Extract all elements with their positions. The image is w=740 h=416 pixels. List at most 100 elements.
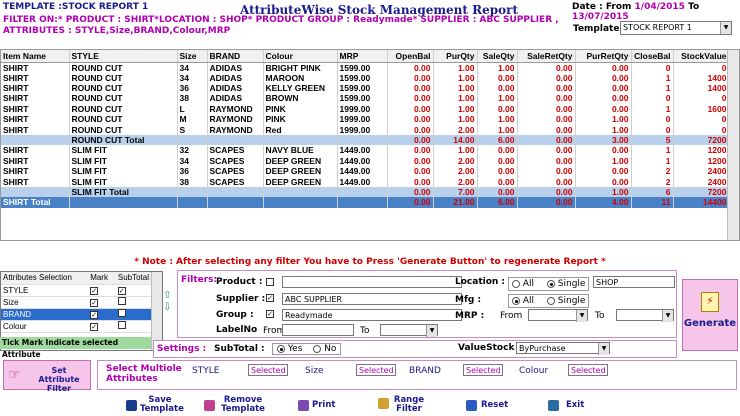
table-cell: ROUND CUT xyxy=(69,72,178,83)
table-row[interactable]: SHIRT SLIM FIT 32 SCAPES NAVY BLUE 1449.00 0.0… xyxy=(1,145,730,156)
chevron-down-icon[interactable]: ▼ xyxy=(598,343,609,355)
labelno-from-input[interactable] xyxy=(282,324,354,336)
subtotal-row[interactable]: SLIM FIT Total 0.00 7.00 0.00 0.00 1.00 6 7200 xyxy=(1,186,730,198)
table-cell: 0.00 xyxy=(477,72,518,83)
chevron-down-icon[interactable]: ▼ xyxy=(576,310,587,322)
column-header[interactable]: SaleQty xyxy=(477,50,518,63)
multi-size-selected[interactable]: Selected xyxy=(356,364,396,376)
table-cell: 0.00 xyxy=(387,176,434,187)
mrp-from-input[interactable]: ▼ xyxy=(528,309,588,322)
mfg-label: Mfg : xyxy=(455,295,482,305)
supplier-checkbox[interactable]: ✓ xyxy=(266,294,274,302)
mfg-single-radio[interactable] xyxy=(546,296,555,305)
table-cell: 0.00 xyxy=(517,124,576,135)
attribute-row[interactable]: Colour ✓ xyxy=(1,320,151,333)
chevron-down-icon[interactable]: ▼ xyxy=(426,325,437,337)
print-button[interactable]: Print xyxy=(312,401,335,410)
table-row[interactable]: SHIRT SLIM FIT 38 SCAPES DEEP GREEN 1449.00 0.… xyxy=(1,176,730,187)
group-checkbox[interactable]: ✓ xyxy=(266,310,274,318)
table-cell: 2 xyxy=(631,176,674,187)
vertical-scrollbar[interactable] xyxy=(727,50,739,240)
attribute-row[interactable]: STYLE ✓ ✓ xyxy=(1,284,151,297)
subtotal-row[interactable]: ROUND CUT Total 0.00 14.00 6.00 0.00 3.00 5 720… xyxy=(1,134,730,146)
multi-colour-selected[interactable]: Selected xyxy=(568,364,608,376)
arrow-down-icon[interactable]: ⇩ xyxy=(163,302,175,314)
table-row[interactable]: SHIRT ROUND CUT L RAYMOND PINK 1999.00 0.00 1.0… xyxy=(1,103,730,115)
exit-button[interactable]: Exit xyxy=(566,401,584,410)
column-header[interactable]: CloseBal xyxy=(631,50,674,63)
column-header[interactable]: BRAND xyxy=(207,50,264,63)
column-header[interactable]: SaleRetQty xyxy=(517,50,576,63)
mfg-all-radio[interactable] xyxy=(512,296,520,305)
settings-label: Settings : xyxy=(157,344,207,354)
product-checkbox[interactable] xyxy=(266,278,274,286)
table-cell: 1 xyxy=(631,72,674,83)
column-header[interactable]: Item Name xyxy=(1,50,70,63)
table-cell: 5 xyxy=(631,134,674,146)
stock-grid[interactable]: Item Name STYLE Size BRAND Colour MRP OpenBal P… xyxy=(0,49,740,241)
column-header[interactable]: Colour xyxy=(263,50,338,63)
arrow-up-icon[interactable]: ⇧ xyxy=(163,290,175,302)
attribute-subtotal-cell: ✓ xyxy=(115,284,151,297)
valuestock-select[interactable]: ByPurchase ▼ xyxy=(516,342,610,355)
mrp-to-input[interactable]: ▼ xyxy=(616,309,674,322)
remove-template-button[interactable]: Remove Template xyxy=(218,396,268,414)
table-cell xyxy=(177,186,208,198)
location-all-radio[interactable] xyxy=(512,279,520,288)
subtotal-yes-radio[interactable] xyxy=(277,344,285,353)
subtotal-no-radio[interactable] xyxy=(313,344,322,353)
table-cell xyxy=(337,197,388,208)
table-cell: RAYMOND xyxy=(207,103,264,115)
attribute-row[interactable]: Size ✓ xyxy=(1,296,151,309)
table-row[interactable]: SHIRT SLIM FIT 34 SCAPES DEEP GREEN 1449.00 0.… xyxy=(1,155,730,167)
location-single-radio[interactable] xyxy=(546,279,555,288)
column-header[interactable]: StockValue xyxy=(673,50,730,63)
range-filter-button[interactable]: Range Filter xyxy=(392,396,426,414)
labelno-to-input[interactable]: ▼ xyxy=(380,324,438,337)
table-cell: SHIRT xyxy=(1,155,70,167)
table-row[interactable]: SHIRT ROUND CUT 34 ADIDAS BRIGHT PINK 1599.00… xyxy=(1,62,730,73)
column-header[interactable]: Size xyxy=(177,50,208,63)
supplier-input[interactable]: ABC SUPPLIER xyxy=(282,293,462,305)
table-cell: 0.00 xyxy=(387,93,434,104)
attribute-mark-checkbox[interactable]: ✓ xyxy=(90,286,99,295)
table-cell: MAROON xyxy=(263,72,338,83)
reset-button[interactable]: Reset xyxy=(481,401,508,410)
table-row[interactable]: SHIRT ROUND CUT 38 ADIDAS BROWN 1599.00 0.00 1.… xyxy=(1,93,730,104)
generate-button[interactable]: ⚡ Generate xyxy=(682,279,738,351)
attribute-subtotal-checkbox[interactable]: ✓ xyxy=(117,286,126,295)
attribute-subtotal-checkbox[interactable] xyxy=(117,297,126,305)
table-cell: BRIGHT PINK xyxy=(263,62,338,73)
location-input[interactable]: SHOP xyxy=(593,276,675,288)
attribute-row[interactable]: BRAND ✓ xyxy=(1,308,151,321)
chevron-down-icon[interactable]: ▼ xyxy=(720,22,731,34)
group-input[interactable]: Readymade xyxy=(282,309,462,321)
column-header[interactable]: PurRetQty xyxy=(575,50,632,63)
attribute-subtotal-checkbox[interactable] xyxy=(117,309,126,317)
column-header[interactable]: OpenBal xyxy=(387,50,434,63)
attribute-subtotal-checkbox[interactable] xyxy=(117,321,126,329)
table-cell: M xyxy=(177,114,208,125)
column-header[interactable]: PurQty xyxy=(433,50,478,63)
table-row[interactable]: SHIRT ROUND CUT 34 ADIDAS MAROON 1599.00 0.00 1… xyxy=(1,72,730,83)
table-row[interactable]: SHIRT ROUND CUT S RAYMOND Red 1999.00 0.00 2.00… xyxy=(1,124,730,135)
attribute-mark-checkbox[interactable]: ✓ xyxy=(90,322,99,331)
table-row[interactable]: SHIRT SLIM FIT 36 SCAPES DEEP GREEN 1449.00 0.… xyxy=(1,166,730,177)
template-select[interactable]: STOCK REPORT 1 ▼ xyxy=(620,21,732,35)
multi-brand-selected[interactable]: Selected xyxy=(463,364,503,376)
table-cell: 1599.00 xyxy=(337,62,388,73)
set-attribute-filter-button[interactable]: ☞ Set Attribute Filter xyxy=(3,360,91,393)
grand-total-row[interactable]: SHIRT Total 0.00 21.00 6.00 0.00 4.00 11 14400 xyxy=(1,197,730,208)
table-row[interactable]: SHIRT ROUND CUT M RAYMOND PINK 1999.00 0.00 1.0… xyxy=(1,114,730,125)
table-cell: 0.00 xyxy=(517,103,576,115)
multi-style-selected[interactable]: Selected xyxy=(248,364,288,376)
table-row[interactable]: SHIRT ROUND CUT 36 ADIDAS KELLY GREEN 1599.00… xyxy=(1,82,730,94)
product-input[interactable] xyxy=(282,276,462,288)
attributes-scrollbar[interactable] xyxy=(151,272,162,350)
attribute-mark-checkbox[interactable]: ✓ xyxy=(90,298,99,307)
column-header[interactable]: STYLE xyxy=(69,50,178,63)
chevron-down-icon[interactable]: ▼ xyxy=(662,310,673,322)
column-header[interactable]: MRP xyxy=(337,50,388,63)
attribute-mark-checkbox[interactable]: ✓ xyxy=(90,310,99,319)
save-template-button[interactable]: Save Template xyxy=(140,396,184,414)
